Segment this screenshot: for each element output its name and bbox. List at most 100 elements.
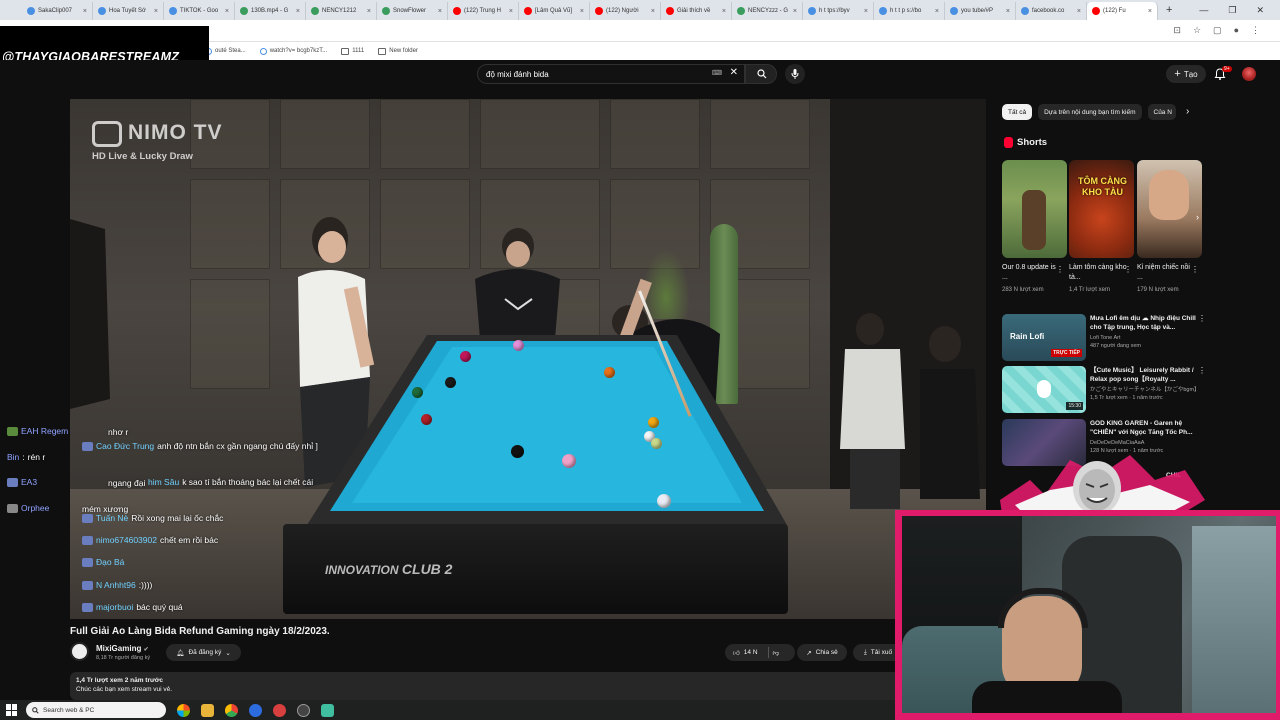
recommendation-item[interactable]: 15:30 【Cute Music】 Leisurely Rabbit / Re…: [1002, 366, 1207, 414]
extensions-icon[interactable]: ▢: [1213, 25, 1222, 36]
close-tab-icon[interactable]: ×: [438, 8, 442, 15]
billiard-ball: [657, 494, 671, 508]
chat-text: nhơ r: [108, 427, 129, 437]
thumb-text: Rain Lofi: [1010, 332, 1045, 341]
new-tab-button[interactable]: +: [1166, 4, 1172, 16]
close-tab-icon[interactable]: ×: [935, 8, 939, 15]
windows-search-box[interactable]: Search web & PC: [26, 702, 166, 718]
channel-name[interactable]: MixiGaming ✔: [96, 644, 149, 653]
install-icon[interactable]: ⊡: [1173, 25, 1181, 36]
browser-tab[interactable]: (122) Trung H ×: [448, 2, 519, 20]
close-tab-icon[interactable]: ×: [793, 8, 797, 15]
chat-message: nhơ r: [108, 427, 128, 437]
file-explorer-icon[interactable]: [201, 703, 214, 717]
more-icon[interactable]: ⋮: [1198, 314, 1206, 323]
bookmark-item[interactable]: outé Stea...: [205, 47, 246, 55]
tab-label: h t tps://byv: [819, 8, 850, 14]
short-thumbnail[interactable]: TÔM CÀNG KHO TÀU: [1069, 160, 1134, 258]
browser-tab[interactable]: h t t p s://bo ×: [874, 2, 945, 20]
short-title[interactable]: Kỉ niệm chiếc nồi ...: [1137, 263, 1197, 283]
close-tab-icon[interactable]: ×: [367, 8, 371, 15]
close-tab-icon[interactable]: ×: [83, 8, 87, 15]
browser-tab[interactable]: SnowFlower ×: [377, 2, 448, 20]
menu-icon[interactable]: ⋮: [1251, 25, 1260, 36]
bookmark-label: New folder: [389, 48, 418, 54]
thumbs-down-icon[interactable]: 👎︎: [773, 649, 780, 657]
create-button[interactable]: + Tạo: [1166, 65, 1206, 83]
more-icon[interactable]: ⋮: [1191, 265, 1199, 274]
taskbar-app-icon[interactable]: [177, 703, 190, 717]
more-icon[interactable]: ⋮: [1124, 265, 1132, 274]
close-tab-icon[interactable]: ×: [296, 8, 300, 15]
close-window-button[interactable]: ✕: [1256, 5, 1264, 16]
close-tab-icon[interactable]: ×: [722, 8, 726, 15]
taskbar-app-icon[interactable]: [297, 703, 310, 717]
maximize-button[interactable]: ❐: [1228, 5, 1236, 16]
chevron-right-icon[interactable]: ›: [1186, 106, 1189, 117]
more-icon[interactable]: ⋮: [1056, 265, 1064, 274]
search-button[interactable]: [745, 64, 777, 84]
search-input[interactable]: độ mixi đánh bida ⌨ ✕: [477, 64, 745, 84]
keyboard-icon[interactable]: ⌨: [712, 69, 722, 77]
short-thumbnail[interactable]: [1002, 160, 1067, 258]
browser-tab[interactable]: NENCYzzz - G ×: [732, 2, 803, 20]
close-tab-icon[interactable]: ×: [509, 8, 513, 15]
subscribe-button[interactable]: 🔔︎ Đã đăng ký ⌄: [166, 644, 241, 661]
browser-tab[interactable]: h t tps://byv ×: [803, 2, 874, 20]
profile-icon[interactable]: ●: [1234, 25, 1239, 36]
taskbar-app-icon[interactable]: [249, 703, 262, 717]
browser-tab[interactable]: (122) Người ×: [590, 2, 661, 20]
close-tab-icon[interactable]: ×: [1006, 8, 1010, 15]
short-thumbnail[interactable]: [1137, 160, 1202, 258]
chip-search-based[interactable]: Dựa trên nội dung bạn tìm kiếm: [1038, 104, 1142, 120]
more-icon[interactable]: ⋮: [1198, 366, 1206, 375]
bookmark-item[interactable]: New folder: [378, 47, 418, 55]
bookmark-item[interactable]: watch?v= bcgb7kzT...: [259, 47, 327, 55]
share-button[interactable]: ↗ Chia sẻ: [797, 644, 847, 661]
chip-channel[interactable]: Của N: [1147, 104, 1176, 120]
chrome-icon[interactable]: [225, 703, 238, 717]
windows-start-icon[interactable]: [6, 704, 18, 716]
short-title[interactable]: Làm tôm càng kho tà...: [1069, 263, 1129, 283]
browser-tab[interactable]: 130B.mp4 - G ×: [235, 2, 306, 20]
browser-tab[interactable]: Hoa Tuyết Sớ ×: [93, 2, 164, 20]
short-overlay-text: TÔM CÀNG KHO TÀU: [1078, 176, 1127, 197]
short-views: 1,4 Tr lượt xem: [1069, 287, 1110, 293]
minimize-button[interactable]: —: [1199, 5, 1208, 15]
star-icon[interactable]: ☆: [1193, 25, 1201, 36]
short-title[interactable]: Our 0.8 update is ...: [1002, 263, 1062, 283]
verified-icon: ✔: [143, 647, 149, 653]
browser-tab[interactable]: [Lâm Quả Vũ] ×: [519, 2, 590, 20]
browser-tab[interactable]: NENCY1212 ×: [306, 2, 377, 20]
recommendation-item[interactable]: Rain Lofi TRỰC TIẾP Mưa Lofi êm dịu ☁ Nh…: [1002, 314, 1207, 362]
close-tab-icon[interactable]: ×: [580, 8, 584, 15]
chip-all[interactable]: Tất cả: [1002, 104, 1033, 120]
channel-avatar[interactable]: [70, 642, 89, 661]
browser-tab[interactable]: TIKTOK - Goo ×: [164, 2, 235, 20]
browser-tab-bar: SakaClip007 × Hoa Tuyết Sớ × TIKTOK - Goo × 13…: [0, 0, 1280, 20]
wall-panel: [190, 279, 270, 389]
browser-tab[interactable]: (122) Fu ×: [1087, 2, 1158, 20]
video-description[interactable]: 1,4 Tr lượt xem 2 năm trước Chúc các bạn…: [70, 672, 900, 700]
tab-label: Giải thích về: [677, 8, 711, 14]
eight-ball: [511, 445, 524, 458]
shorts-next-icon[interactable]: ›: [1196, 212, 1199, 222]
close-tab-icon[interactable]: ×: [225, 8, 229, 15]
browser-tab[interactable]: SakaClip007 ×: [22, 2, 93, 20]
bookmark-item[interactable]: 1111: [341, 47, 364, 55]
close-tab-icon[interactable]: ×: [864, 8, 868, 15]
browser-tab[interactable]: Giải thích về ×: [661, 2, 732, 20]
close-tab-icon[interactable]: ×: [651, 8, 655, 15]
chrome-active-icon[interactable]: [273, 703, 286, 717]
close-tab-icon[interactable]: ×: [1148, 8, 1152, 15]
voice-search-button[interactable]: [785, 64, 805, 84]
wall-panel: [380, 179, 470, 269]
close-tab-icon[interactable]: ×: [154, 8, 158, 15]
clear-search-icon[interactable]: ✕: [730, 67, 738, 78]
close-tab-icon[interactable]: ×: [1077, 8, 1081, 15]
browser-tab[interactable]: facebook.co ×: [1016, 2, 1087, 20]
browser-tab[interactable]: you tube/#P ×: [945, 2, 1016, 20]
taskbar-app-icon[interactable]: [321, 703, 334, 717]
account-avatar[interactable]: [1242, 67, 1256, 81]
like-button[interactable]: 👍︎ 14 N 👎︎: [725, 644, 795, 661]
